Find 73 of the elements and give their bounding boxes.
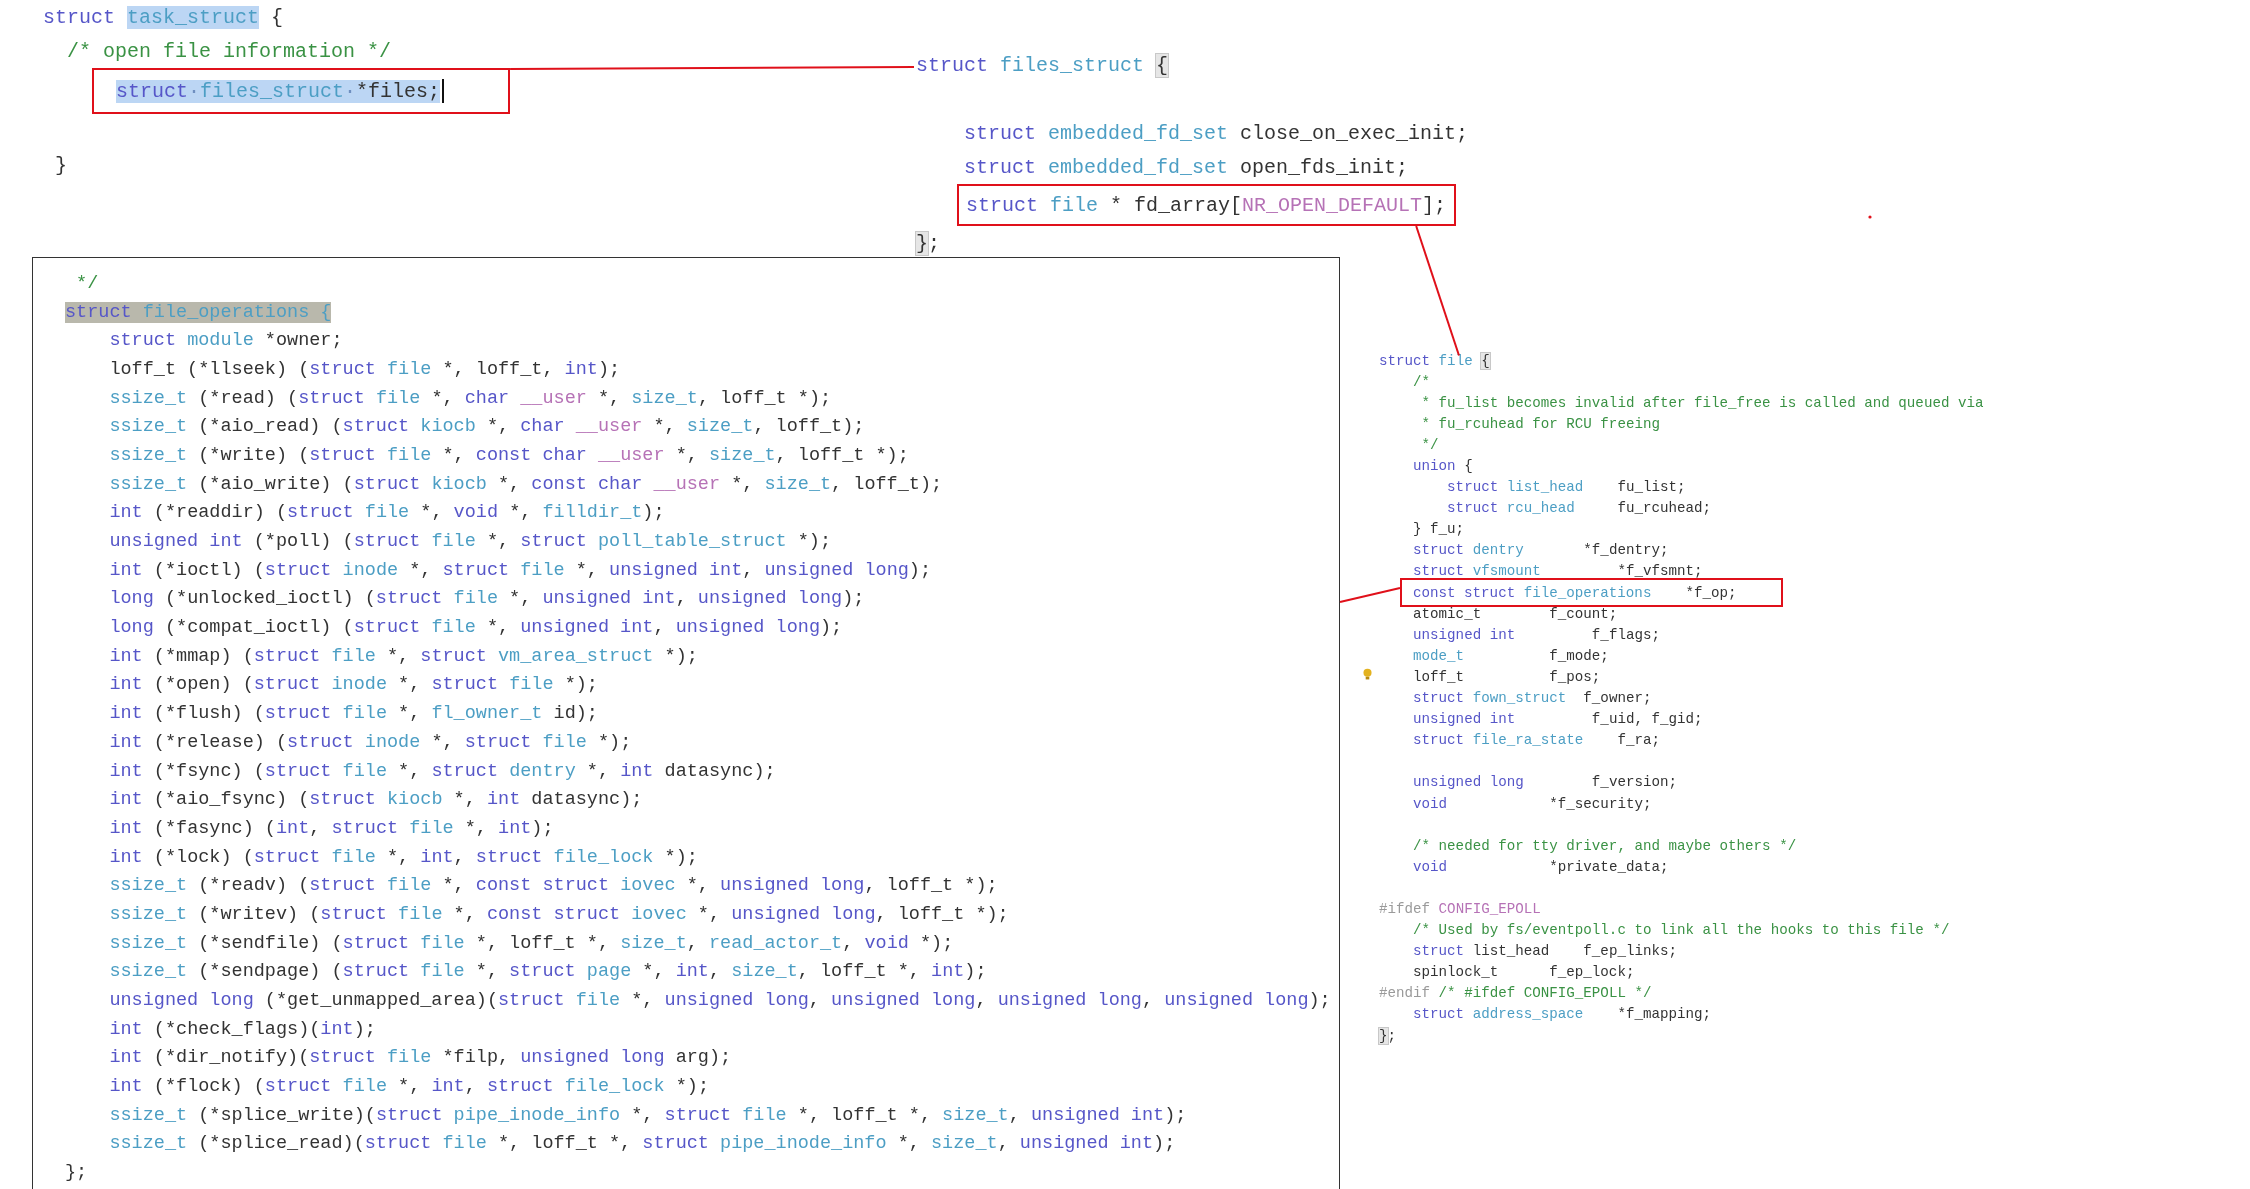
code-line: /* needed for tty driver, and maybe others */ — [1412, 837, 1797, 854]
code-line: ssize_t (*aio_write) (struct kiocb *, const char __user *, size_t, loff_t); — [108, 473, 943, 495]
code-line: unsigned long f_version; — [1412, 774, 1677, 791]
code-line: /* — [1412, 373, 1431, 390]
code-line: int (*flock) (struct file *, int, struct file_lock *); — [108, 1076, 709, 1098]
code-line: void *f_security; — [1412, 795, 1652, 812]
code-line: struct file_ra_state f_ra; — [1412, 732, 1660, 749]
code-line: int (*open) (struct inode *, struct file *); — [108, 674, 598, 696]
code-line: unsigned int f_flags; — [1412, 626, 1660, 643]
code-line: long (*compat_ioctl) (struct file *, unsigned int, unsigned long); — [108, 617, 843, 639]
code-line: } f_u; — [1412, 521, 1465, 538]
code-line: const struct file_operations *f_op; — [1413, 584, 1737, 601]
code-line: void *private_data; — [1412, 858, 1669, 875]
code-line: */ — [1420, 436, 1439, 453]
code-line: struct list_head f_ep_links; — [1412, 943, 1677, 960]
code-line: loff_t (*llseek) (struct file *, loff_t, int); — [108, 358, 621, 380]
code-line: ssize_t (*sendpage) (struct file *, struct page *, int, size_t, loff_t *, int); — [108, 961, 987, 983]
text-cursor — [442, 79, 445, 103]
code-line: int (*flush) (struct file *, fl_owner_t id); — [108, 703, 598, 725]
code-line: * fu_rcuhead for RCU freeing — [1420, 415, 1660, 432]
code-line: ssize_t (*splice_write)(struct pipe_inode_info *, struct file *, loff_t *, size_t, unsigned int); — [108, 1104, 1187, 1126]
code-line: atomic_t f_count; — [1412, 605, 1618, 622]
dot-mark — [1868, 215, 1872, 219]
code-line: struct task_struct { — [43, 5, 284, 29]
code-line: #ifdef CONFIG_EPOLL — [1379, 901, 1541, 917]
code-line: unsigned int f_uid, f_gid; — [1412, 711, 1703, 728]
code-line: int (*dir_notify)(struct file *filp, unsigned long arg); — [108, 1047, 732, 1069]
code-line: struct file_operations { — [65, 301, 332, 323]
code-line: int (*ioctl) (struct inode *, struct file *, unsigned int, unsigned long); — [108, 559, 932, 581]
code-line: struct embedded_fd_set open_fds_init; — [963, 155, 1409, 179]
code-line: mode_t f_mode; — [1412, 647, 1609, 664]
code-line: unsigned long (*get_unmapped_area)(struct file *, unsigned long, unsigned long, unsigned long, unsigned long); — [108, 990, 1331, 1012]
code-line: struct fown_struct f_owner; — [1412, 690, 1652, 707]
code-line: int (*fasync) (int, struct file *, int); — [108, 817, 554, 839]
code-line: int (*release) (struct inode *, struct file *); — [108, 731, 632, 753]
code-line: ssize_t (*readv) (struct file *, const struct iovec *, unsigned long, loff_t *); — [108, 875, 998, 897]
code-line: /* Used by fs/eventpoll.c to link all the hooks to this file */ — [1412, 922, 1950, 939]
code-line: long (*unlocked_ioctl) (struct file *, unsigned int, unsigned long); — [108, 588, 865, 610]
code-line: int (*check_flags)(int); — [108, 1018, 376, 1040]
code-line: ssize_t (*writev) (struct file *, const struct iovec *, unsigned long, loff_t *); — [108, 903, 1009, 925]
code-line: struct embedded_fd_set close_on_exec_init; — [963, 121, 1469, 145]
code-line: int (*readdir) (struct file *, void *, filldir_t); — [108, 502, 665, 524]
code-line: int (*aio_fsync) (struct kiocb *, int datasync); — [108, 789, 643, 811]
code-line: }; — [916, 231, 941, 255]
code-line: /* open file information */ — [66, 39, 392, 63]
code-line: ssize_t (*write) (struct file *, const char __user *, size_t, loff_t *); — [108, 444, 909, 466]
code-line: struct list_head fu_list; — [1446, 479, 1686, 496]
code-line: union { — [1412, 458, 1473, 474]
code-line: struct·files_struct·*files; — [116, 79, 441, 103]
code-line: ssize_t (*splice_read)(struct file *, loff_t *, struct pipe_inode_info *, size_t, unsigned int); — [108, 1133, 1176, 1155]
code-line: #endif /* #ifdef CONFIG_EPOLL */ — [1379, 985, 1652, 1002]
code-line: struct files_struct { — [916, 53, 1169, 77]
code-line: struct address_space *f_mapping; — [1412, 1006, 1712, 1023]
code-line: int (*lock) (struct file *, int, struct file_lock *); — [108, 846, 698, 868]
code-line: struct dentry *f_dentry; — [1412, 542, 1669, 559]
code-line: spinlock_t f_ep_lock; — [1412, 964, 1635, 981]
code-line: ssize_t (*aio_read) (struct kiocb *, char __user *, size_t, loff_t); — [108, 416, 865, 438]
code-line: struct file * fd_array[NR_OPEN_DEFAULT]; — [966, 193, 1447, 217]
code-line: }; — [65, 1162, 88, 1184]
code-line: loff_t f_pos; — [1412, 668, 1601, 685]
code-line: unsigned int (*poll) (struct file *, struct poll_table_struct *); — [108, 531, 832, 553]
code-line: struct vfsmount *f_vfsmnt; — [1412, 563, 1703, 580]
code-line: int (*fsync) (struct file *, struct dentry *, int datasync); — [108, 760, 776, 782]
code-line: * fu_list becomes invalid after file_free is called and queued via — [1420, 394, 1984, 411]
code-line: ssize_t (*read) (struct file *, char __user *, size_t, loff_t *); — [108, 387, 832, 409]
code-line: struct module *owner; — [108, 330, 343, 352]
lightbulb-icon[interactable] — [1363, 668, 1372, 682]
code-line: struct file { — [1379, 352, 1490, 369]
code-line: struct rcu_head fu_rcuhead; — [1446, 500, 1712, 517]
code-line: int (*mmap) (struct file *, struct vm_area_struct *); — [108, 645, 698, 667]
code-line: } — [54, 153, 67, 177]
code-line: ssize_t (*sendfile) (struct file *, loff_t *, size_t, read_actor_t, void *); — [108, 932, 954, 954]
code-line: */ — [75, 272, 99, 294]
